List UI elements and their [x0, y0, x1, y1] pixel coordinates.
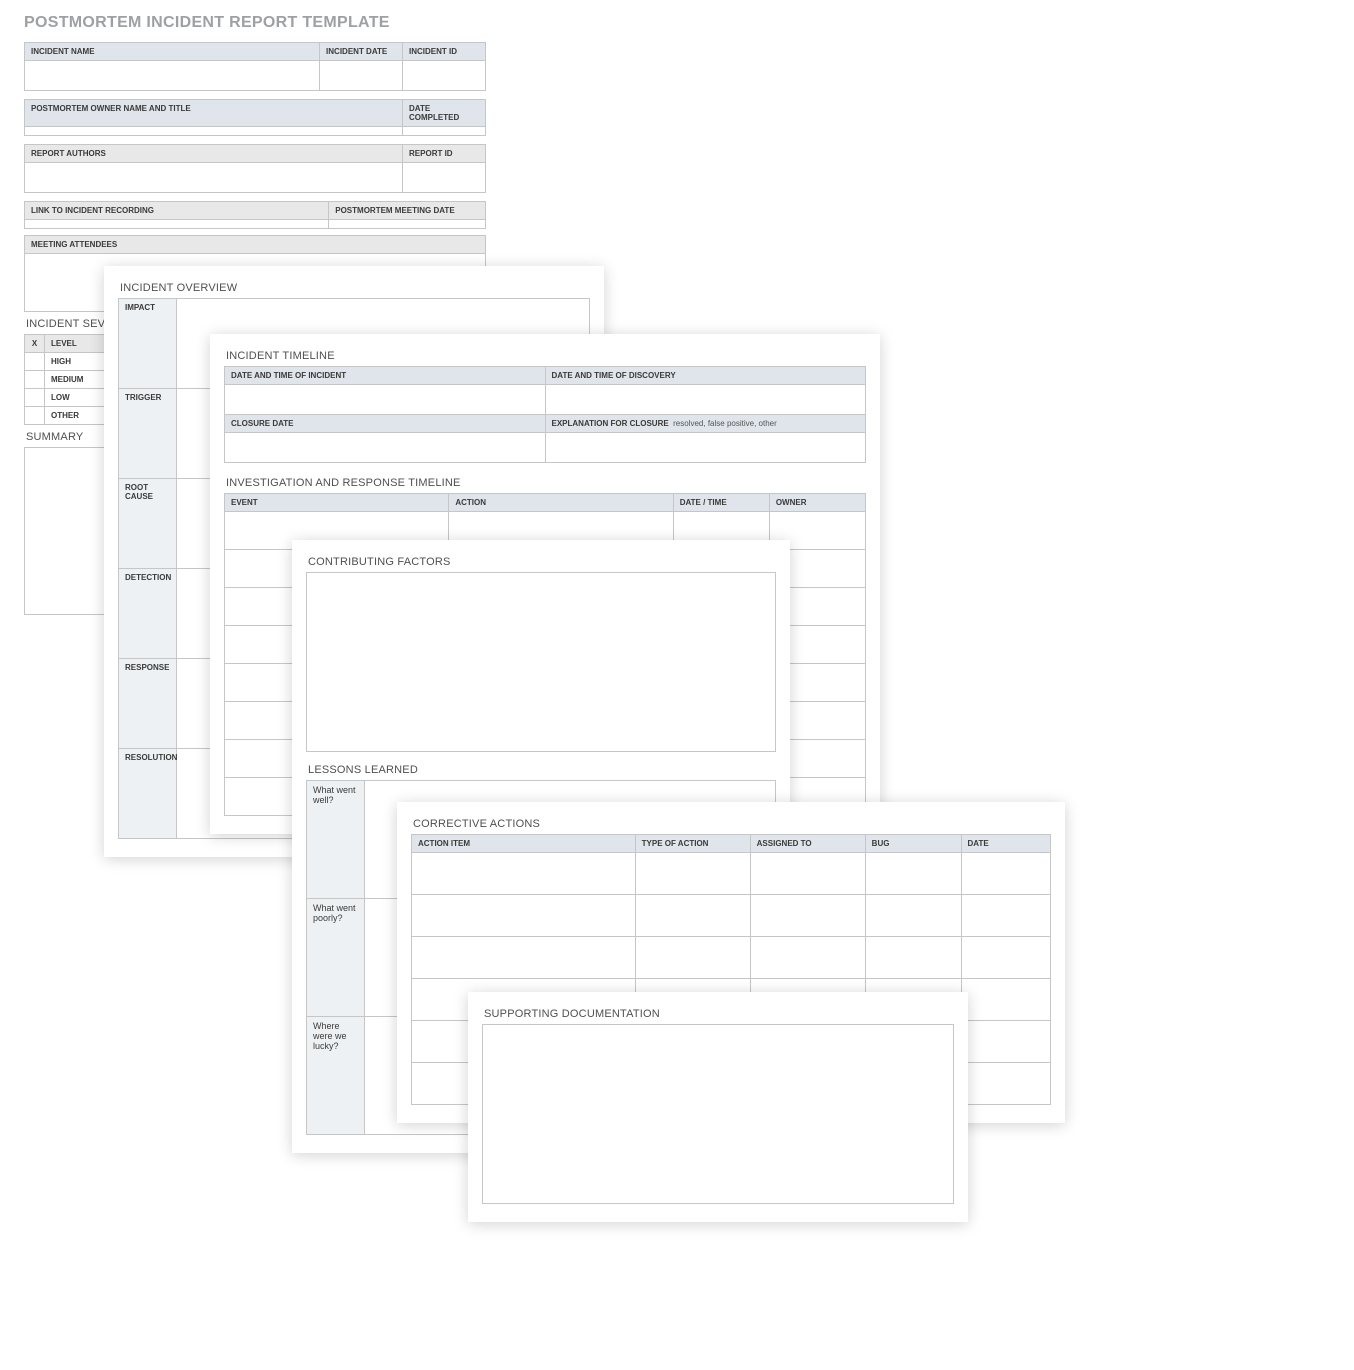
hdr-action: ACTION [449, 494, 673, 512]
cell-recording[interactable] [25, 220, 329, 229]
lbl-trigger: TRIGGER [119, 389, 177, 479]
sev-other: OTHER [45, 407, 105, 425]
lessons-title: LESSONS LEARNED [308, 764, 776, 776]
corrective-title: CORRECTIVE ACTIONS [413, 818, 1051, 830]
lbl-detection: DETECTION [119, 569, 177, 659]
sev-high: HIGH [45, 353, 105, 371]
sev-low: LOW [45, 389, 105, 407]
cell-authors[interactable] [25, 163, 403, 193]
supdoc-title: SUPPORTING DOCUMENTATION [484, 1008, 954, 1020]
cell-report-id[interactable] [403, 163, 486, 193]
cell-dt-discovery[interactable] [545, 385, 866, 415]
hdr-meeting-date: POSTMORTEM MEETING DATE [329, 202, 486, 220]
q-well: What went well? [307, 781, 365, 899]
cell-owner[interactable] [25, 127, 403, 136]
hdr-dt-discovery: DATE AND TIME OF DISCOVERY [545, 367, 866, 385]
hdr-date-completed: DATE COMPLETED [403, 100, 486, 127]
table-row[interactable] [412, 853, 636, 895]
closure-hint: resolved, false positive, other [673, 419, 777, 428]
table-row[interactable] [865, 853, 961, 895]
timeline-table: DATE AND TIME OF INCIDENT DATE AND TIME … [224, 366, 866, 463]
hdr-closure-exp: EXPLANATION FOR CLOSURE resolved, false … [545, 415, 866, 433]
overview-title: INCIDENT OVERVIEW [120, 282, 590, 294]
hdr-incident-date: INCIDENT DATE [320, 43, 403, 61]
hdr-type: TYPE OF ACTION [635, 835, 750, 853]
sev-level: LEVEL [45, 335, 105, 353]
table-row[interactable] [412, 937, 636, 979]
resp-title: INVESTIGATION AND RESPONSE TIMELINE [226, 477, 866, 489]
main-title: POSTMORTEM INCIDENT REPORT TEMPLATE [24, 14, 486, 32]
table-row[interactable] [750, 895, 865, 937]
hdr-attendees: MEETING ATTENDEES [25, 236, 486, 254]
table-row[interactable] [750, 853, 865, 895]
hdr-owner: POSTMORTEM OWNER NAME AND TITLE [25, 100, 403, 127]
lbl-resolution: RESOLUTION [119, 749, 177, 839]
cell-date-completed[interactable] [403, 127, 486, 136]
lbl-response: RESPONSE [119, 659, 177, 749]
table-row[interactable] [961, 937, 1050, 979]
authors-table: REPORT AUTHORS REPORT ID [24, 144, 486, 193]
cell-meeting-date[interactable] [329, 220, 486, 229]
table-row[interactable] [635, 895, 750, 937]
hdr-assigned: ASSIGNED TO [750, 835, 865, 853]
cell-closure-exp[interactable] [545, 433, 866, 463]
lbl-impact: IMPACT [119, 299, 177, 389]
table-row[interactable] [635, 937, 750, 979]
hdr-date: DATE [961, 835, 1050, 853]
timeline-title: INCIDENT TIMELINE [226, 350, 866, 362]
cell-incident-name[interactable] [25, 61, 320, 91]
hdr-dt: DATE / TIME [673, 494, 769, 512]
cell-incident-id[interactable] [403, 61, 486, 91]
sev-med-x[interactable] [25, 371, 45, 389]
hdr-incident-name: INCIDENT NAME [25, 43, 320, 61]
table-row[interactable] [865, 937, 961, 979]
table-row[interactable] [961, 853, 1050, 895]
table-row[interactable] [961, 1063, 1050, 1105]
sev-med: MEDIUM [45, 371, 105, 389]
sev-low-x[interactable] [25, 389, 45, 407]
hdr-authors: REPORT AUTHORS [25, 145, 403, 163]
q-poor: What went poorly? [307, 899, 365, 1017]
sev-x: X [25, 335, 45, 353]
hdr-event: EVENT [225, 494, 449, 512]
table-row[interactable] [865, 895, 961, 937]
closure-exp-label: EXPLANATION FOR CLOSURE [552, 419, 669, 428]
table-row[interactable] [635, 853, 750, 895]
hdr-dt-incident: DATE AND TIME OF INCIDENT [225, 367, 546, 385]
incident-header-table: INCIDENT NAME INCIDENT DATE INCIDENT ID [24, 42, 486, 91]
hdr-report-id: REPORT ID [403, 145, 486, 163]
sev-other-x[interactable] [25, 407, 45, 425]
lbl-root: ROOT CAUSE [119, 479, 177, 569]
hdr-action-item: ACTION ITEM [412, 835, 636, 853]
table-row[interactable] [750, 937, 865, 979]
table-row[interactable] [961, 979, 1050, 1021]
q-lucky: Where were we lucky? [307, 1017, 365, 1135]
contrib-box[interactable] [306, 572, 776, 752]
recording-table: LINK TO INCIDENT RECORDING POSTMORTEM ME… [24, 201, 486, 229]
hdr-incident-id: INCIDENT ID [403, 43, 486, 61]
hdr-bug: BUG [865, 835, 961, 853]
table-row[interactable] [412, 895, 636, 937]
hdr-closure-date: CLOSURE DATE [225, 415, 546, 433]
supdoc-box[interactable] [482, 1024, 954, 1204]
owner-table: POSTMORTEM OWNER NAME AND TITLE DATE COM… [24, 99, 486, 136]
cell-closure-date[interactable] [225, 433, 546, 463]
cell-dt-incident[interactable] [225, 385, 546, 415]
hdr-recording: LINK TO INCIDENT RECORDING [25, 202, 329, 220]
cell-incident-date[interactable] [320, 61, 403, 91]
table-row[interactable] [961, 1021, 1050, 1063]
contrib-title: CONTRIBUTING FACTORS [308, 556, 776, 568]
page-6: SUPPORTING DOCUMENTATION [468, 992, 968, 1222]
hdr-owner: OWNER [769, 494, 865, 512]
sev-high-x[interactable] [25, 353, 45, 371]
table-row[interactable] [961, 895, 1050, 937]
